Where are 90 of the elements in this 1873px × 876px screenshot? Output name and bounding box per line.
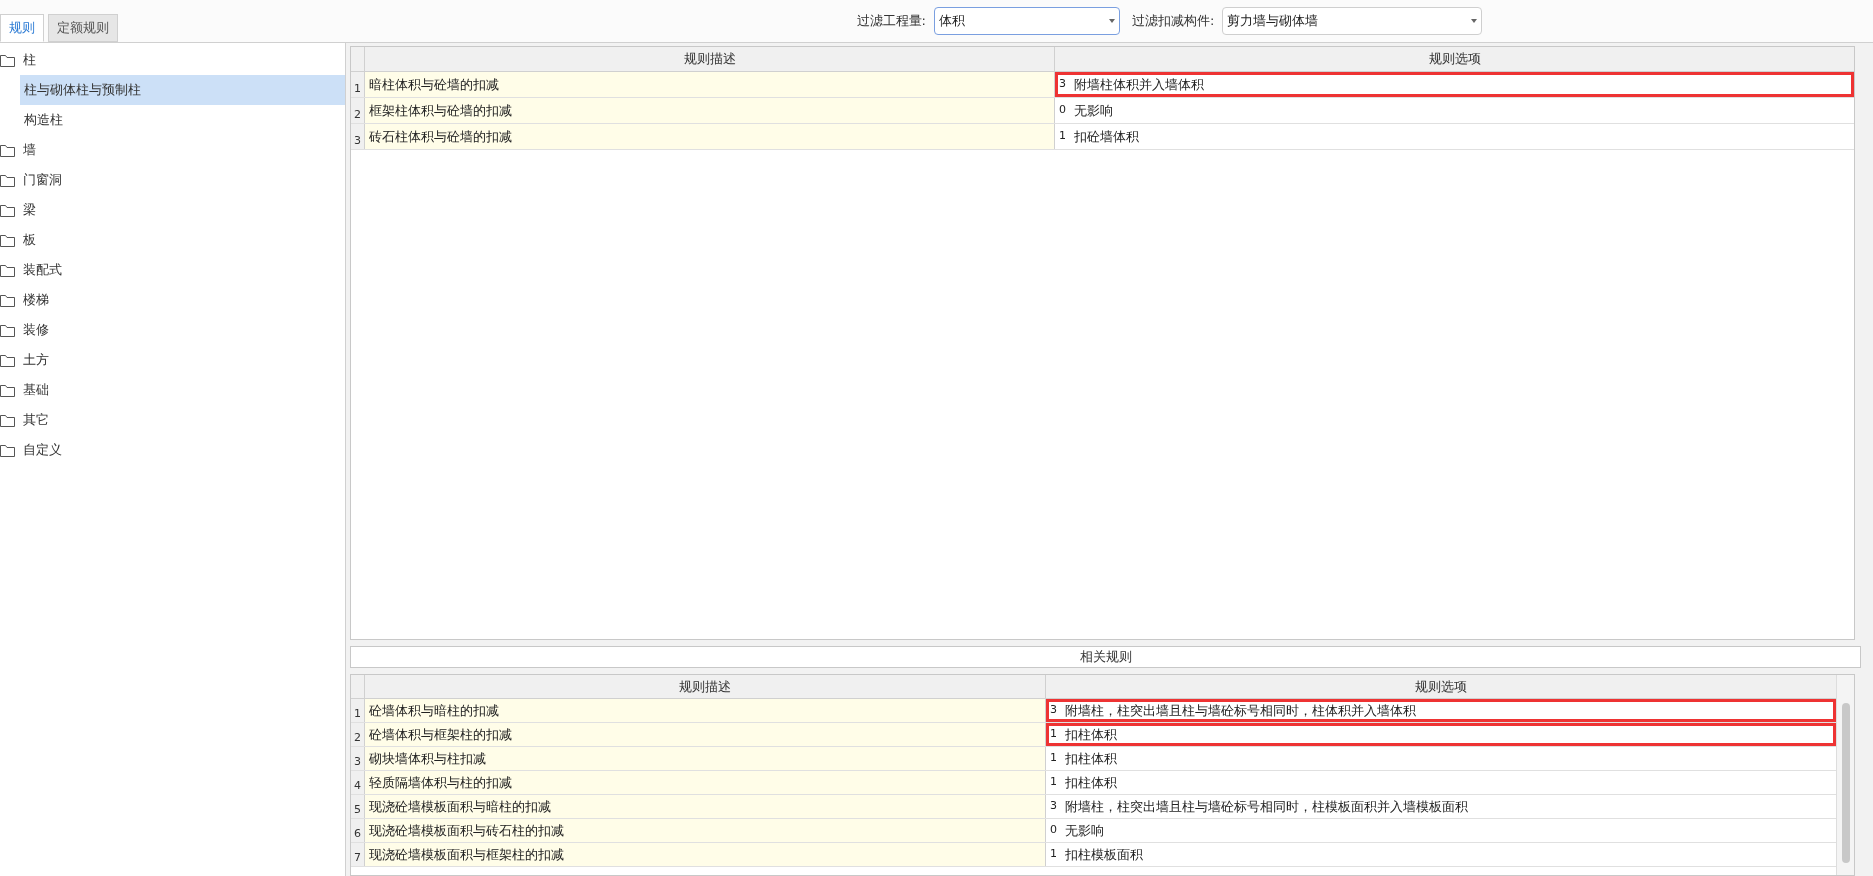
- row-number: 2: [351, 98, 365, 123]
- folder-icon: [0, 323, 15, 337]
- folder-icon: [0, 233, 15, 247]
- option-cell[interactable]: 3 附墙柱，柱突出墙且柱与墙砼标号相同时，柱体积并入墙体积: [1046, 699, 1836, 722]
- folder-icon: [0, 443, 15, 457]
- folder-icon: [0, 203, 15, 217]
- folder-icon: [0, 143, 15, 157]
- caret-icon: [1109, 19, 1115, 23]
- caret-icon: [1471, 19, 1478, 23]
- option-cell[interactable]: 1 扣柱体积: [1046, 747, 1836, 770]
- option-text: 扣柱体积: [1065, 725, 1117, 744]
- option-code: 0: [1050, 822, 1057, 839]
- tree-item[interactable]: 楼梯: [0, 285, 345, 315]
- option-code: 0: [1059, 102, 1066, 119]
- tree-item[interactable]: 装配式: [0, 255, 345, 285]
- tree-item[interactable]: 墙: [0, 135, 345, 165]
- option-code: 1: [1050, 750, 1057, 767]
- column-header: 规则选项: [1414, 677, 1468, 696]
- folder-icon: [0, 413, 15, 427]
- tab[interactable]: 定额规则: [48, 14, 118, 42]
- row-number: 5: [351, 795, 365, 818]
- row-number: 4: [351, 771, 365, 794]
- option-cell[interactable]: 1 扣柱体积: [1046, 723, 1836, 746]
- option-text: 附墙柱体积并入墙体积: [1074, 75, 1204, 94]
- folder-icon: [0, 53, 15, 67]
- tree-item[interactable]: 土方: [0, 345, 345, 375]
- option-text: 扣柱体积: [1065, 773, 1117, 792]
- option-text: 扣柱体积: [1065, 749, 1117, 768]
- row-number: 3: [351, 747, 365, 770]
- scrollbar-thumb[interactable]: [1841, 703, 1850, 863]
- option-code: 1: [1059, 128, 1066, 145]
- section-bar: 相关规则: [350, 646, 1861, 668]
- column-header: 规则描述: [365, 47, 1055, 71]
- tree-item[interactable]: 构造柱: [20, 105, 345, 135]
- option-text: 附墙柱，柱突出墙且柱与墙砼标号相同时，柱模板面积并入墙模板面积: [1065, 797, 1468, 816]
- option-text: 附墙柱，柱突出墙且柱与墙砼标号相同时，柱体积并入墙体积: [1065, 701, 1416, 720]
- folder-icon: [0, 173, 15, 187]
- row-number: 1: [351, 72, 365, 97]
- option-cell[interactable]: 0 无影响: [1046, 819, 1836, 842]
- table-cell: 砼墙体积与框架柱的扣减: [365, 723, 1046, 746]
- row-number: 6: [351, 819, 365, 842]
- tree-item[interactable]: 柱: [0, 45, 345, 75]
- dropdown[interactable]: 剪力墙与砌体墙: [1222, 7, 1483, 35]
- table-cell: 现浇砼墙模板面积与暗柱的扣减: [365, 795, 1046, 818]
- option-text: 无影响: [1065, 821, 1104, 840]
- option-code: 1: [1050, 846, 1057, 863]
- folder-icon: [0, 353, 15, 367]
- option-cell[interactable]: 1 扣砼墙体积: [1055, 124, 1854, 149]
- option-text: 扣柱模板面积: [1065, 845, 1143, 864]
- table-cell: 砖石柱体积与砼墙的扣减: [365, 124, 1055, 149]
- row-number: 1: [351, 699, 365, 722]
- tab[interactable]: 规则: [0, 14, 44, 42]
- option-cell[interactable]: 3 附墙柱，柱突出墙且柱与墙砼标号相同时，柱模板面积并入墙模板面积: [1046, 795, 1836, 818]
- table-cell: 框架柱体积与砼墙的扣减: [365, 98, 1055, 123]
- option-cell[interactable]: 1 扣柱体积: [1046, 771, 1836, 794]
- option-code: 3: [1050, 702, 1057, 719]
- option-cell[interactable]: 1 扣柱模板面积: [1046, 843, 1836, 866]
- table-cell: 砌块墙体积与柱扣减: [365, 747, 1046, 770]
- option-code: 3: [1059, 76, 1066, 93]
- option-code: 1: [1050, 726, 1057, 743]
- option-text: 扣砼墙体积: [1074, 127, 1139, 146]
- row-number: 7: [351, 843, 365, 866]
- filter-label: 过滤扣减构件:: [1132, 12, 1215, 31]
- row-number: 2: [351, 723, 365, 746]
- tree-item[interactable]: 板: [0, 225, 345, 255]
- option-cell[interactable]: 0 无影响: [1055, 98, 1854, 123]
- option-cell[interactable]: 3 附墙柱体积并入墙体积: [1055, 72, 1854, 97]
- option-text: 无影响: [1074, 101, 1113, 120]
- tree-item[interactable]: 自定义: [0, 435, 345, 465]
- table-cell: 现浇砼墙模板面积与框架柱的扣减: [365, 843, 1046, 866]
- tree-item[interactable]: 柱与砌体柱与预制柱: [20, 75, 345, 105]
- dropdown[interactable]: 体积: [934, 7, 1120, 35]
- folder-icon: [0, 293, 15, 307]
- option-code: 3: [1050, 798, 1057, 815]
- option-code: 1: [1050, 774, 1057, 791]
- row-number: 3: [351, 124, 365, 149]
- table-cell: 现浇砼墙模板面积与砖石柱的扣减: [365, 819, 1046, 842]
- tree-item[interactable]: 门窗洞: [0, 165, 345, 195]
- table-cell: 砼墙体积与暗柱的扣减: [365, 699, 1046, 722]
- tree-item[interactable]: 梁: [0, 195, 345, 225]
- tree-item[interactable]: 其它: [0, 405, 345, 435]
- filter-label: 过滤工程量:: [856, 12, 926, 31]
- tree-item[interactable]: 装修: [0, 315, 345, 345]
- folder-icon: [0, 263, 15, 277]
- table-cell: 轻质隔墙体积与柱的扣减: [365, 771, 1046, 794]
- column-header: 规则选项: [1427, 50, 1482, 69]
- tree-item[interactable]: 基础: [0, 375, 345, 405]
- folder-icon: [0, 383, 15, 397]
- column-header: 规则描述: [365, 675, 1046, 698]
- table-cell: 暗柱体积与砼墙的扣减: [365, 72, 1055, 97]
